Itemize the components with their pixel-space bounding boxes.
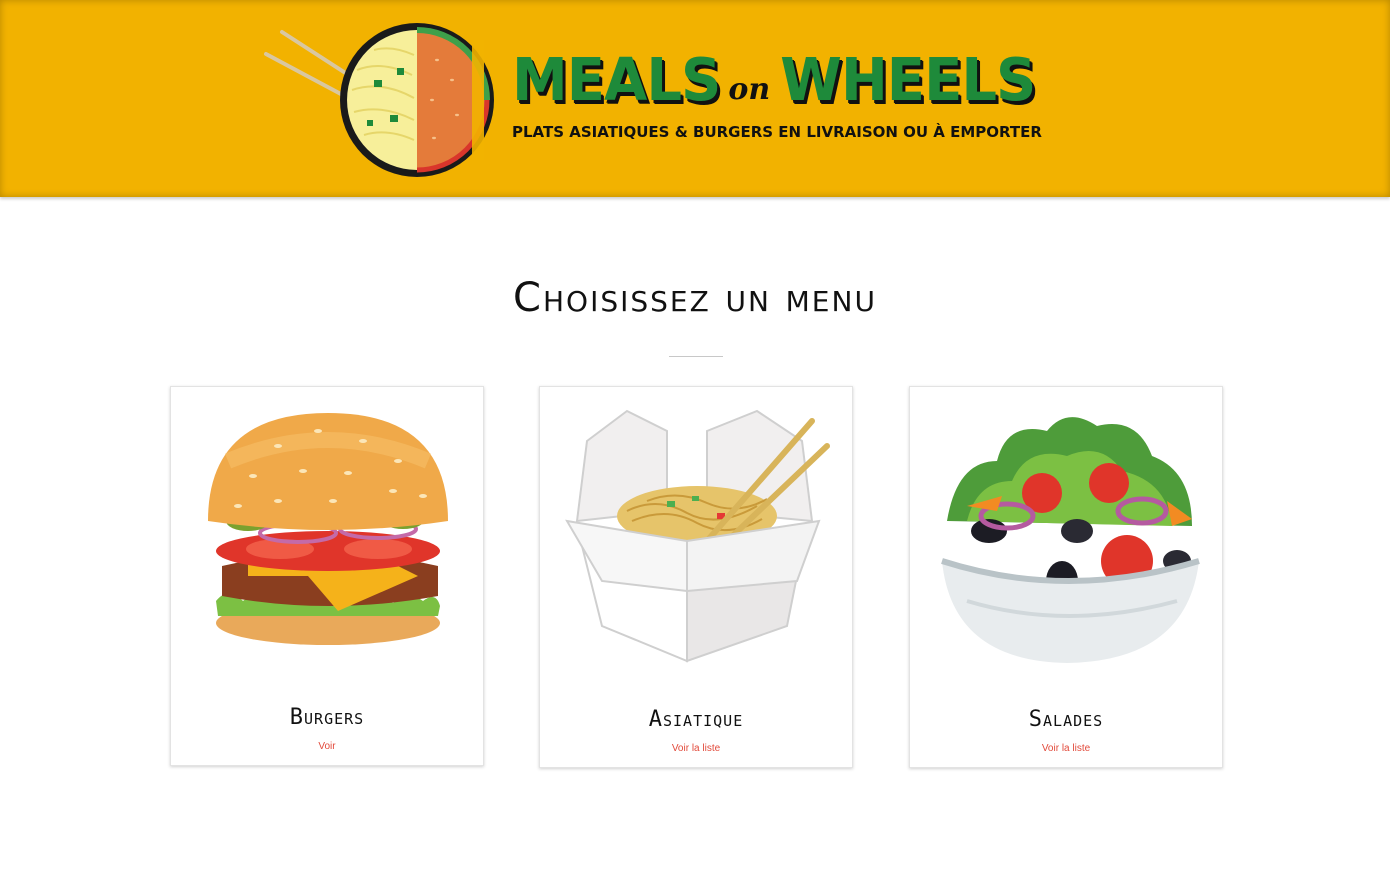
card-link-voir-la-liste[interactable]: Voir la liste [540,743,852,754]
brand-name: MEALS on WHEELS [512,46,1036,116]
brand-word-on: on [728,72,771,107]
card-link-voir[interactable]: Voir [171,741,483,752]
brand-word-wheels: WHEELS [780,46,1036,115]
noodle-box-icon [565,409,830,663]
site-logo[interactable]: MEALS on WHEELS PLATS ASIATIQUES & BURGE… [262,20,1052,180]
card-link-voir-la-liste[interactable]: Voir la liste [910,743,1222,754]
card-title: Asiatique [648,707,744,732]
burger-icon [208,413,448,645]
card-title: Burgers [289,705,365,730]
menu-card-asiatique[interactable]: Asiatique Voir la liste [539,386,853,768]
menu-card-salades[interactable]: Salades Voir la liste [909,386,1223,768]
menu-card-burgers[interactable]: Burgers Voir [170,386,484,766]
page-title: Choisissez un menu [513,275,877,321]
title-divider [669,356,723,357]
site-header: MEALS on WHEELS PLATS ASIATIQUES & BURGE… [0,0,1390,197]
salad-bowl-icon [941,417,1200,663]
brand-word-meals: MEALS [512,46,721,115]
logo-emblem-icon [264,23,494,177]
brand-tagline: PLATS ASIATIQUES & BURGERS EN LIVRAISON … [512,123,1042,141]
card-title: Salades [1028,707,1104,732]
